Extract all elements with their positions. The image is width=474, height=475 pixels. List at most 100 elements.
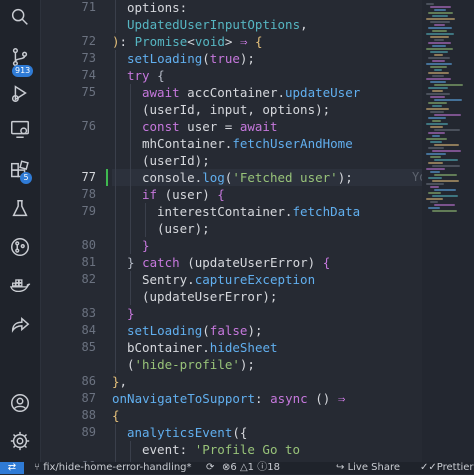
line-number: 85 <box>81 340 96 354</box>
line-number: 75 <box>81 85 96 99</box>
code-line[interactable]: try { <box>127 67 165 84</box>
docker-icon[interactable] <box>0 268 40 302</box>
code-token: ); <box>239 357 255 372</box>
code-line[interactable]: setLoading(false); <box>127 322 263 339</box>
sync-icon[interactable]: ⟳ <box>206 462 214 474</box>
search-icon[interactable] <box>0 0 40 34</box>
code-token: ); <box>239 51 255 66</box>
code-line[interactable]: (user); <box>157 220 210 237</box>
remote-indicator[interactable]: ⇄ <box>0 462 24 474</box>
minimap-line <box>432 120 441 122</box>
code-token: : <box>255 391 271 406</box>
minimap-line <box>430 171 440 173</box>
code-token: ( <box>202 51 210 66</box>
code-token: ({ <box>232 425 248 440</box>
code-token: bContainer. <box>127 340 210 355</box>
code-token: ); <box>337 170 353 185</box>
code-token: updateUser <box>285 85 361 100</box>
code-line[interactable]: } <box>127 305 135 322</box>
remote-explorer-icon[interactable] <box>0 112 40 146</box>
line-number: 82 <box>81 272 96 286</box>
indent-guide <box>115 152 116 169</box>
code-line[interactable]: (userId); <box>142 152 210 169</box>
indent-guide <box>115 237 116 254</box>
code-line[interactable]: console.log('Fetched user'); <box>142 169 353 186</box>
indent-guide <box>130 288 131 305</box>
source-control-icon[interactable]: 913 <box>0 40 40 77</box>
code-line[interactable]: options: <box>127 0 187 16</box>
indent-guide <box>115 135 116 152</box>
minimap-line <box>428 162 443 164</box>
settings-gear-icon[interactable] <box>0 424 40 458</box>
minimap-line <box>428 27 452 29</box>
code-line[interactable]: await accContainer.updateUser <box>142 84 360 101</box>
live-share-status[interactable]: ↪ Live Share <box>336 462 400 474</box>
live-share-label: Live Share <box>347 462 401 473</box>
problems-indicator[interactable]: ⊗6 △1 ⓘ18 <box>222 462 280 474</box>
code-line[interactable]: onNavigateToSupport: async () ⇒ <box>112 390 345 407</box>
code-token: hideSheet <box>209 340 278 355</box>
code-token: catch <box>142 255 180 270</box>
code-line[interactable]: (updateUserError); <box>142 288 277 305</box>
code-line[interactable]: analyticsEvent({ <box>127 424 247 441</box>
code-token: ); <box>247 323 263 338</box>
minimap[interactable] <box>422 0 474 462</box>
minimap-line <box>434 69 442 71</box>
code-line[interactable]: }, <box>112 373 127 390</box>
prettier-status[interactable]: ✓✓Prettier <box>420 462 474 474</box>
code-token: ⇒ <box>337 391 346 406</box>
indent-guide <box>115 254 116 271</box>
line-number: 76 <box>81 119 96 133</box>
code-line[interactable]: const user = await <box>142 118 278 135</box>
live-share-status-icon: ↪ <box>336 462 348 473</box>
minimap-line <box>434 129 460 131</box>
code-line[interactable]: } <box>142 237 150 254</box>
minimap-line <box>428 102 447 104</box>
account-icon[interactable] <box>0 386 40 420</box>
git-graph-icon[interactable] <box>0 230 40 264</box>
minimap-line <box>426 33 454 35</box>
minimap-line <box>426 198 443 200</box>
code-line[interactable]: (userId, input, options); <box>142 101 330 118</box>
indent-guide <box>115 424 116 441</box>
code-line[interactable]: mhContainer.fetchUserAndHome <box>142 135 353 152</box>
code-line[interactable]: if (user) { <box>142 186 225 203</box>
branch-icon: ⑂ <box>34 462 44 473</box>
extensions-icon[interactable]: 5 <box>0 154 40 188</box>
code-line[interactable]: UpdatedUserInputOptions, <box>127 16 308 33</box>
code-line[interactable]: bContainer.hideSheet <box>127 339 278 356</box>
minimap-line <box>434 144 459 146</box>
indent-guide <box>115 441 116 458</box>
run-debug-icon[interactable] <box>0 76 40 110</box>
line-number: 71 <box>81 0 96 14</box>
live-share-icon[interactable] <box>0 308 40 342</box>
code-line[interactable]: setLoading(true); <box>127 50 255 67</box>
code-editor[interactable]: options: UpdatedUserInputOptions,): Promi… <box>112 0 422 462</box>
minimap-line <box>430 51 448 53</box>
code-token: fetchData <box>292 204 361 219</box>
minimap-line <box>430 81 446 83</box>
code-token: onNavigateToSupport <box>112 391 255 406</box>
minimap-line <box>432 210 457 212</box>
minimap-line <box>428 177 442 179</box>
branch-indicator[interactable]: ⑂ fix/hide-home-error-handling* <box>34 462 192 474</box>
code-token: { <box>255 34 263 49</box>
code-line[interactable]: } catch (updateUserError) { <box>127 254 330 271</box>
code-line[interactable]: ('hide-profile'); <box>127 356 255 373</box>
code-line[interactable]: { <box>112 407 120 424</box>
code-line[interactable]: event: 'Profile Go to <box>142 441 300 458</box>
code-token: if <box>142 187 158 202</box>
code-line[interactable]: Sentry.captureException <box>142 271 315 288</box>
code-line[interactable]: ): Promise<void> ⇒ { <box>112 33 263 50</box>
indent-guide <box>115 169 116 186</box>
code-line[interactable]: interestContainer.fetchData <box>157 203 360 220</box>
minimap-line <box>428 132 445 134</box>
code-token: (updateUserError); <box>142 289 278 304</box>
minimap-line <box>426 168 445 170</box>
indent-guide <box>130 203 131 220</box>
diff-added-marker <box>106 169 108 186</box>
testing-icon[interactable] <box>0 192 40 226</box>
code-token: ) <box>112 34 120 49</box>
indent-guide <box>130 118 131 135</box>
code-token: try <box>127 68 150 83</box>
